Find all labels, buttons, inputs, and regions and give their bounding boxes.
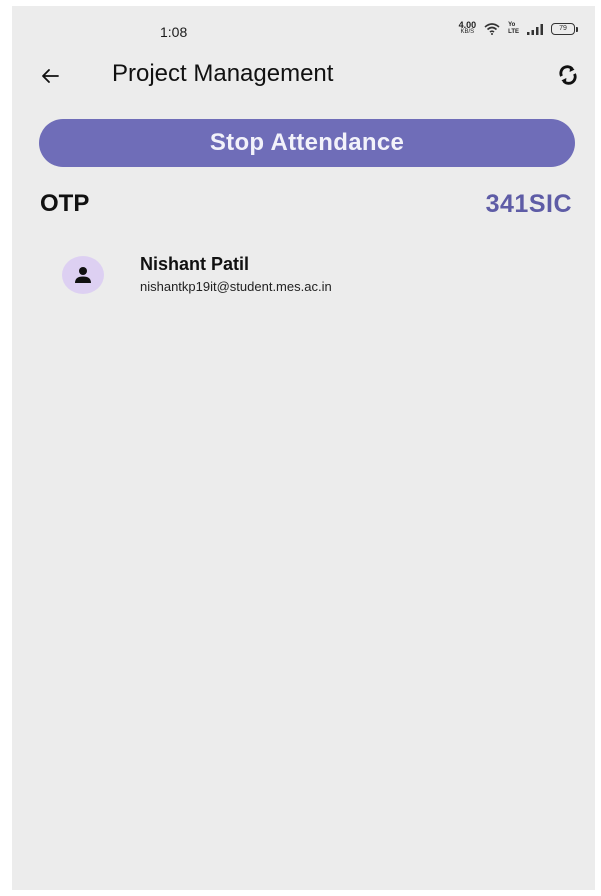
avatar xyxy=(62,256,104,294)
otp-label: OTP xyxy=(40,190,90,217)
student-email: nishantkp19it@student.mes.ac.in xyxy=(140,279,332,294)
volte-indicator: Yo LTE xyxy=(508,22,519,36)
student-name: Nishant Patil xyxy=(140,254,250,274)
status-time: 1:08 xyxy=(160,24,188,40)
arrow-left-icon[interactable] xyxy=(38,64,62,88)
refresh-icon[interactable] xyxy=(555,62,581,88)
person-icon xyxy=(75,267,91,283)
network-speed-unit: KB/S xyxy=(460,29,475,35)
app-bar: Project Management xyxy=(12,56,595,96)
volte-bottom: LTE xyxy=(508,29,519,35)
app-screen: 1:08 4.00 KB/S Yo LTE 79 Project Managem… xyxy=(12,6,595,890)
network-speed: 4.00 KB/S xyxy=(458,20,477,36)
student-list-item[interactable]: Nishant Patil nishantkp19it@student.mes.… xyxy=(60,252,560,298)
stop-attendance-button[interactable]: Stop Attendance xyxy=(39,119,575,167)
page-title: Project Management xyxy=(112,60,334,87)
network-speed-value: 4.00 xyxy=(458,20,477,30)
status-icons: 4.00 KB/S Yo LTE 79 xyxy=(458,20,578,36)
battery-icon: 79 xyxy=(551,23,578,35)
signal-icon xyxy=(527,23,543,35)
status-bar: 1:08 4.00 KB/S Yo LTE 79 xyxy=(12,6,595,56)
volte-top: Yo xyxy=(508,22,516,28)
wifi-icon xyxy=(484,23,500,35)
otp-value: 341SIC xyxy=(485,190,572,218)
